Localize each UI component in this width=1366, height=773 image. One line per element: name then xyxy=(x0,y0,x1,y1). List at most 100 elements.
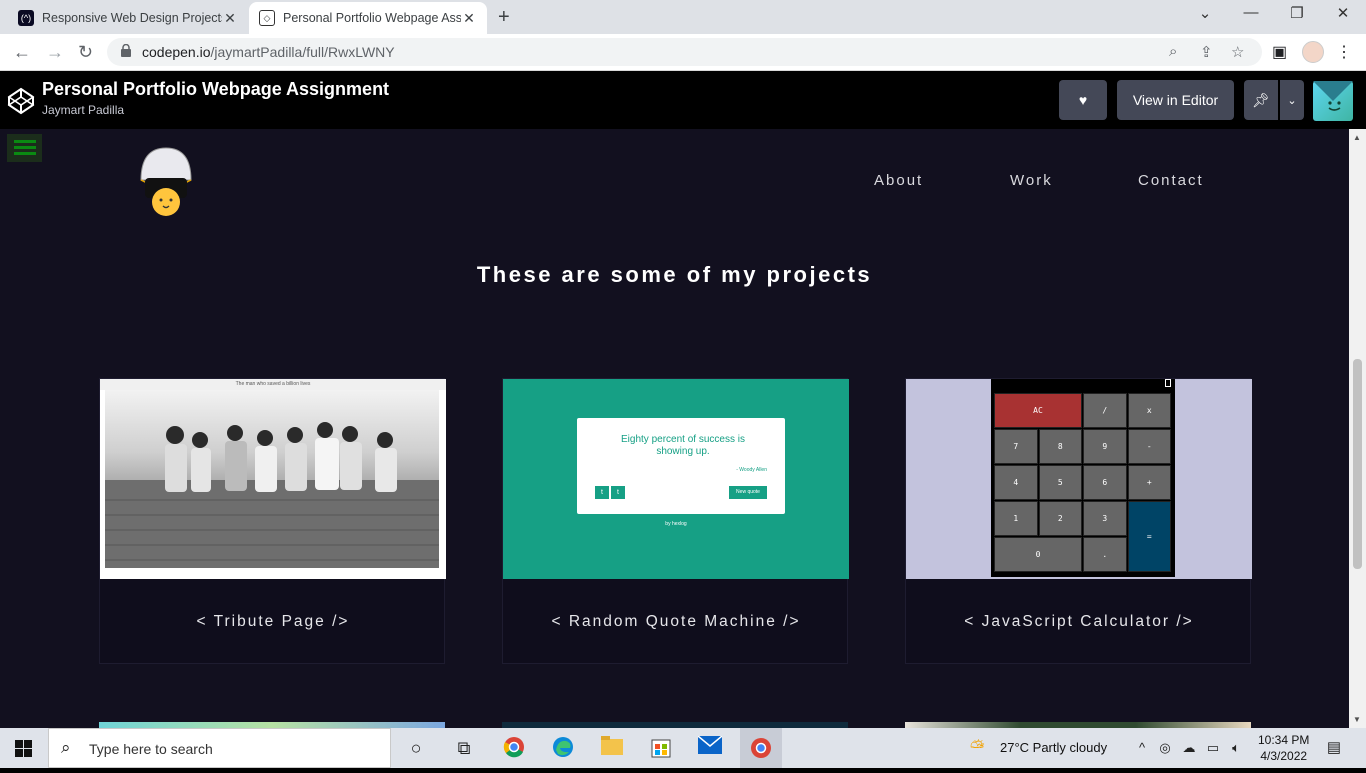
tab-personal-portfolio[interactable]: ◇ Personal Portfolio Webpage Assig ✕ xyxy=(249,2,487,34)
projects-heading: These are some of my projects xyxy=(476,262,873,287)
show-hidden-icons-chevron-icon[interactable]: ^ xyxy=(1130,736,1154,760)
lock-icon xyxy=(121,44,131,57)
meet-now-icon[interactable]: ◎ xyxy=(1153,736,1177,760)
scroll-down-icon[interactable]: ▼ xyxy=(1353,715,1361,724)
quote-footer: by hexlog xyxy=(665,521,687,527)
notifications-icon[interactable]: ▤ xyxy=(1322,736,1346,760)
scroll-up-icon[interactable]: ▲ xyxy=(1353,133,1361,142)
calc-key[interactable]: x xyxy=(1127,393,1171,428)
tribute-page-thumbnail: The man who saved a billion lives xyxy=(100,379,446,579)
quote-text: Eighty percent of success is showing up. xyxy=(621,434,745,457)
pin-dropdown-button[interactable]: ⌄ xyxy=(1280,80,1304,120)
calculator-thumbnail: AC / x 7 8 9- 4 5 6 +1 2 3 = 0. xyxy=(906,379,1252,579)
page-scrollbar[interactable]: ▲ ▼ xyxy=(1349,129,1366,728)
project-card-tribute[interactable]: The man who saved a billion lives < Trib… xyxy=(99,378,446,665)
volume-icon[interactable]: 🔈︎ xyxy=(1224,736,1248,760)
user-avatar[interactable] xyxy=(1313,81,1353,121)
chrome-active-window-icon[interactable] xyxy=(740,728,782,768)
smiley-avatar-icon xyxy=(1313,81,1353,111)
windows-start-icon[interactable] xyxy=(15,740,32,757)
weather-icon[interactable]: ⛅︎ xyxy=(970,737,984,758)
zoom-icon[interactable]: ⌕ xyxy=(1169,43,1177,60)
url-text: codepen.io/jaymartPadilla/full/RwxLWNY xyxy=(142,44,395,60)
close-tab-icon[interactable]: ✕ xyxy=(461,10,477,26)
search-placeholder: Type here to search xyxy=(89,741,213,757)
calc-key[interactable]: / xyxy=(1083,393,1127,428)
tweet-button[interactable]: t xyxy=(595,486,609,499)
field-photo-image xyxy=(105,390,439,568)
like-button[interactable]: ♥ xyxy=(1059,80,1107,120)
new-tab-icon[interactable]: + xyxy=(498,6,510,29)
bookmark-star-icon[interactable]: ☆ xyxy=(1231,43,1244,61)
restore-icon[interactable]: ❐ xyxy=(1274,4,1320,22)
heart-icon: ♥ xyxy=(1078,92,1088,108)
calc-key[interactable]: 5 xyxy=(1038,465,1082,500)
forward-icon[interactable]: → xyxy=(46,42,64,63)
hamburger-menu-icon[interactable] xyxy=(7,134,42,162)
calc-key[interactable]: 2 xyxy=(1038,501,1082,536)
microsoft-store-icon[interactable] xyxy=(649,736,673,760)
calc-key[interactable]: = xyxy=(1127,501,1171,572)
project-caption[interactable]: < Tribute Page /> xyxy=(100,579,446,665)
project-caption[interactable]: < Random Quote Machine /> xyxy=(503,579,849,665)
profile-avatar[interactable] xyxy=(1302,41,1324,63)
calc-key[interactable]: . xyxy=(1083,537,1127,572)
scrollbar-thumb[interactable] xyxy=(1353,359,1362,569)
calc-key[interactable]: 7 xyxy=(994,429,1038,464)
calc-key[interactable]: 8 xyxy=(1038,429,1082,464)
quote-author: - Woody Allen xyxy=(736,467,767,473)
weather-text[interactable]: 27°C Partly cloudy xyxy=(1000,740,1107,755)
mail-icon[interactable] xyxy=(697,735,723,760)
share-icon[interactable]: ⇪ xyxy=(1200,43,1213,61)
chrome-icon[interactable] xyxy=(502,736,526,760)
tumblr-button[interactable]: t xyxy=(611,486,625,499)
calc-key[interactable]: + xyxy=(1127,465,1171,500)
nav-about[interactable]: About xyxy=(874,172,923,189)
side-panel-icon[interactable]: ▣ xyxy=(1272,42,1287,62)
calculator-keys: AC / x 7 8 9- 4 5 6 +1 2 3 = 0. xyxy=(994,393,1172,575)
calc-key[interactable]: 1 xyxy=(994,501,1038,536)
thumb-caption: The man who saved a billion lives xyxy=(100,379,446,390)
pen-title[interactable]: Personal Portfolio Webpage Assignment xyxy=(42,79,389,100)
cortana-icon[interactable]: ○ xyxy=(404,736,428,760)
nav-contact[interactable]: Contact xyxy=(1138,172,1204,189)
calc-key[interactable]: - xyxy=(1127,429,1171,464)
close-window-icon[interactable]: ✕ xyxy=(1320,4,1366,22)
calc-key[interactable]: 4 xyxy=(994,465,1038,500)
back-icon[interactable]: ← xyxy=(13,42,31,63)
calc-key[interactable]: 0 xyxy=(994,537,1082,572)
fcc-favicon-icon: (^) xyxy=(18,10,34,26)
new-quote-button[interactable]: New quote xyxy=(729,486,767,499)
calc-key[interactable]: AC xyxy=(994,393,1082,428)
reload-icon[interactable]: ↻ xyxy=(78,42,93,63)
minimize-icon[interactable]: — xyxy=(1228,4,1274,21)
tab-title: Personal Portfolio Webpage Assig xyxy=(283,11,461,25)
pin-button[interactable]: 📌︎ xyxy=(1244,80,1278,120)
calc-key[interactable]: 6 xyxy=(1083,465,1127,500)
project-card-calculator[interactable]: AC / x 7 8 9- 4 5 6 +1 2 3 = 0. < JavaScript Calculat… xyxy=(905,378,1252,665)
pen-author[interactable]: Jaymart Padilla xyxy=(42,103,124,117)
task-view-icon[interactable]: ⧉ xyxy=(452,736,476,760)
close-tab-icon[interactable]: ✕ xyxy=(222,10,238,26)
file-explorer-icon[interactable] xyxy=(600,736,624,760)
nav-work[interactable]: Work xyxy=(1010,172,1053,189)
view-in-editor-button[interactable]: View in Editor xyxy=(1117,80,1234,120)
calc-key[interactable]: 9 xyxy=(1083,429,1127,464)
network-icon[interactable]: ▭ xyxy=(1201,736,1225,760)
tab-search-chevron-icon[interactable]: ⌄ xyxy=(1182,4,1228,22)
quote-box: Eighty percent of success is showing up.… xyxy=(577,418,785,514)
site-logo[interactable] xyxy=(137,144,195,218)
edge-icon[interactable] xyxy=(551,736,575,760)
onedrive-cloud-icon[interactable]: ☁ xyxy=(1177,736,1201,760)
project-card-quote-machine[interactable]: Eighty percent of success is showing up.… xyxy=(502,378,849,665)
tab-responsive-web-design[interactable]: (^) Responsive Web Design Projects ✕ xyxy=(8,2,248,34)
project-caption[interactable]: < JavaScript Calculator /> xyxy=(906,579,1252,665)
tab-title: Responsive Web Design Projects xyxy=(42,11,222,25)
taskbar-search-input[interactable]: ⌕ Type here to search xyxy=(48,728,391,768)
chrome-menu-icon[interactable]: ⋮ xyxy=(1336,42,1352,62)
system-clock[interactable]: 10:34 PM 4/3/2022 xyxy=(1258,732,1309,764)
url-input[interactable]: codepen.io/jaymartPadilla/full/RwxLWNY ⌕… xyxy=(107,38,1262,66)
calc-key[interactable]: 3 xyxy=(1083,501,1127,536)
browser-tab-bar: (^) Responsive Web Design Projects ✕ ◇ P… xyxy=(0,0,1366,34)
codepen-logo-icon[interactable] xyxy=(7,87,35,115)
